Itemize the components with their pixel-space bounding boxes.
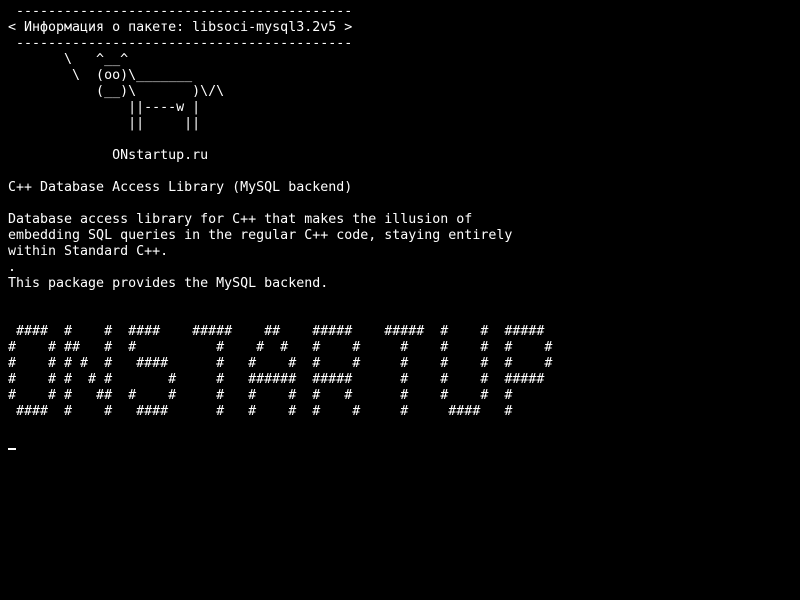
package-description-line: embedding SQL queries in the regular C++… [8, 228, 513, 243]
package-description-line: . [8, 260, 17, 275]
prompt-line[interactable] [8, 436, 800, 452]
package-description-line: This package provides the MySQL backend. [8, 276, 329, 291]
ascii-banner-line: #### # # #### ##### ## ##### ##### # # #… [8, 324, 545, 339]
banner-border-bottom: ----------------------------------------… [8, 36, 353, 51]
ascii-banner-line: #### # # #### # # # # # # #### # [8, 404, 513, 419]
site-credit: ONstartup.ru [8, 148, 209, 163]
cowsay-art-line: (__)\ )\/\ [8, 84, 225, 99]
ascii-banner-line: # # # # # # # ###### ##### # # # ##### [8, 372, 545, 387]
cowsay-art-line: || || [8, 116, 201, 131]
ascii-banner-line: # # ## # # # # # # # # # # # # [8, 340, 553, 355]
cowsay-art-line: ||----w | [8, 100, 201, 115]
package-description-line: Database access library for C++ that mak… [8, 212, 473, 227]
terminal-window: ----------------------------------------… [0, 0, 800, 600]
ascii-banner-line: # # # # # #### # # # # # # # # # # [8, 356, 553, 371]
package-summary: C++ Database Access Library (MySQL backe… [8, 180, 353, 195]
text-cursor [8, 448, 16, 450]
package-description-line: within Standard C++. [8, 244, 169, 259]
ascii-banner-line: # # # ## # # # # # # # # # # # [8, 388, 513, 403]
banner-title: < Информация о пакете: libsoci-mysql3.2v… [8, 20, 353, 35]
cowsay-art-line: \ ^__^ [8, 52, 129, 67]
banner-border-top: ----------------------------------------… [8, 4, 353, 19]
cowsay-art-line: \ (oo)\_______ [8, 68, 193, 83]
